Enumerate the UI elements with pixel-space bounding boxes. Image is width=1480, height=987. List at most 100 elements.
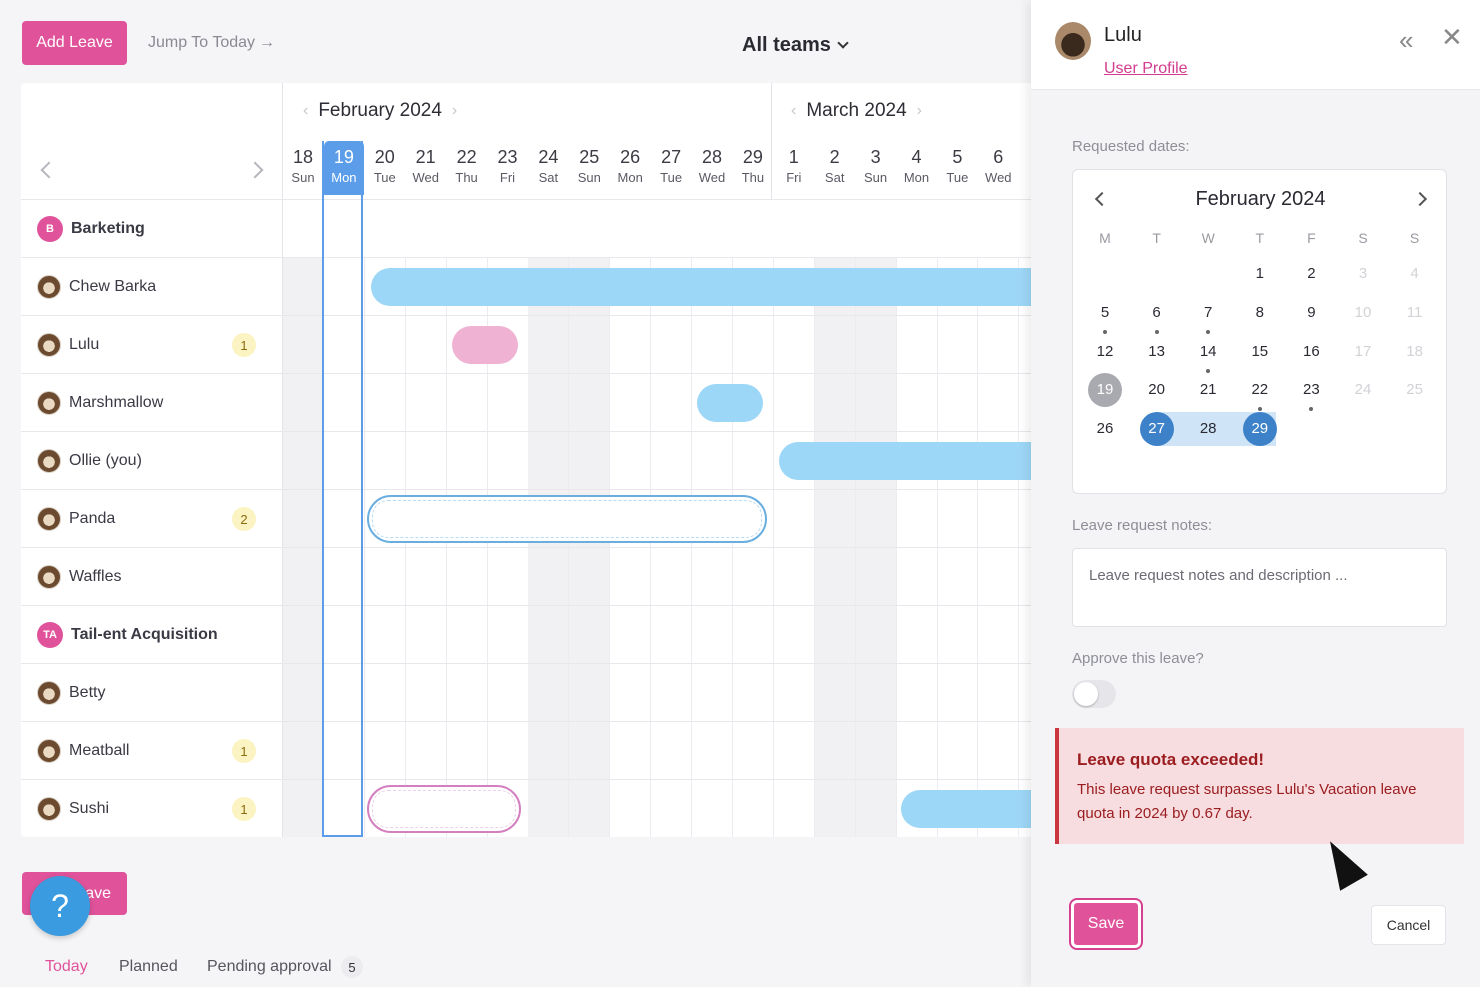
day-header: 18 Sun <box>283 147 323 185</box>
team-badge-icon: B <box>37 216 63 242</box>
row-name: Tail-ent Acquisition <box>71 626 218 643</box>
calendar-day[interactable]: 17 <box>1346 335 1380 369</box>
row-label[interactable]: B Barketing <box>37 200 145 258</box>
day-number: 20 <box>374 147 395 167</box>
calendar-day[interactable]: 10 <box>1346 296 1380 330</box>
chevron-right-icon[interactable] <box>246 161 264 179</box>
tab-planned[interactable]: Planned <box>119 958 178 976</box>
row-name: Lulu <box>69 336 100 353</box>
chevron-down-icon <box>837 37 849 49</box>
calendar-day[interactable]: 8 <box>1243 296 1277 330</box>
tab-pending-approval[interactable]: Pending approval <box>207 958 332 976</box>
day-weekday: Tue <box>946 170 969 185</box>
row-name: Barketing <box>71 220 145 237</box>
today-column-highlight <box>322 141 363 837</box>
row-label[interactable]: Ollie (you) <box>37 432 142 490</box>
calendar-day[interactable]: 25 <box>1398 373 1432 407</box>
calendar-day[interactable]: 19 <box>1088 373 1122 408</box>
pending-leave-bar-panda[interactable] <box>367 495 767 543</box>
user-profile-link[interactable]: User Profile <box>1104 60 1188 78</box>
day-weekday: Sat <box>538 170 559 185</box>
request-count-badge: 1 <box>232 333 256 357</box>
month-prev-icon[interactable]: ‹ <box>303 102 308 120</box>
calendar-day[interactable]: 16 <box>1294 335 1328 369</box>
leave-bar-chew-barka[interactable] <box>371 268 1033 306</box>
calendar-day[interactable]: 20 <box>1140 373 1174 407</box>
leave-bar-lulu[interactable] <box>452 326 518 364</box>
leave-bar-marshmallow[interactable] <box>697 384 763 422</box>
calendar-day[interactable]: 18 <box>1398 335 1432 369</box>
month-prev-icon[interactable]: ‹ <box>791 102 796 120</box>
alert-title: Leave quota exceeded! <box>1077 750 1265 769</box>
avatar <box>37 565 61 589</box>
weekday-header: S <box>1409 230 1420 246</box>
month-next-icon[interactable]: › <box>917 102 922 120</box>
row-label[interactable]: Marshmallow <box>37 374 163 432</box>
member-row: Marshmallow <box>21 373 1033 431</box>
calendar-day[interactable]: 6 <box>1140 296 1174 334</box>
avatar <box>1055 22 1091 60</box>
cancel-button[interactable]: Cancel <box>1371 905 1446 945</box>
team-filter-dropdown[interactable]: All teams <box>742 34 849 57</box>
calendar-day[interactable]: 1 <box>1243 257 1277 291</box>
chevron-left-icon[interactable] <box>40 161 58 179</box>
calendar-day[interactable]: 26 <box>1088 412 1122 446</box>
day-weekday: Tue <box>660 170 683 185</box>
jump-to-today-link[interactable]: Jump To Today → <box>148 34 275 52</box>
day-header: 4 Mon <box>897 147 937 185</box>
calendar-day[interactable]: 13 <box>1140 335 1174 369</box>
row-label[interactable]: Lulu <box>37 316 99 374</box>
calendar-day[interactable]: 27 <box>1139 412 1174 447</box>
pending-leave-bar-sushi[interactable] <box>367 785 521 833</box>
calendar-day[interactable]: 14 <box>1191 335 1225 373</box>
day-weekday: Wed <box>412 170 439 185</box>
calendar-day[interactable]: 24 <box>1346 373 1380 407</box>
avatar <box>37 797 61 821</box>
team-row: B Barketing <box>21 199 1033 257</box>
row-label[interactable]: Meatball <box>37 722 129 780</box>
calendar-day[interactable]: 2 <box>1294 257 1328 291</box>
requested-dates-label: Requested dates: <box>1072 138 1190 155</box>
leave-bar-ollie[interactable] <box>779 442 1033 480</box>
row-label[interactable]: Sushi <box>37 780 109 837</box>
calendar-day[interactable]: 15 <box>1243 335 1277 369</box>
day-weekday: Fri <box>786 170 802 185</box>
collapse-panel-icon[interactable]: « <box>1399 25 1413 56</box>
member-row: Betty <box>21 663 1033 721</box>
leave-bar-sushi[interactable] <box>901 790 1033 828</box>
row-label[interactable]: Betty <box>37 664 105 722</box>
calendar-day[interactable]: 7 <box>1191 296 1225 334</box>
calendar-day[interactable]: 4 <box>1398 257 1432 291</box>
calendar-day[interactable]: 12 <box>1088 335 1122 369</box>
avatar <box>37 507 61 531</box>
calendar-day[interactable]: 9 <box>1294 296 1328 330</box>
day-weekday: Sun <box>864 170 888 185</box>
day-weekday: Wed <box>698 170 726 185</box>
calendar-day[interactable]: 5 <box>1088 296 1122 334</box>
row-label[interactable]: Panda <box>37 490 115 548</box>
day-number: 1 <box>788 147 799 167</box>
request-count-badge: 1 <box>232 797 256 821</box>
month-next-icon[interactable]: › <box>452 102 457 120</box>
calendar-day[interactable]: 29 <box>1242 412 1277 447</box>
approve-toggle[interactable] <box>1072 680 1116 708</box>
row-label[interactable]: Waffles <box>37 548 121 606</box>
calendar-day[interactable]: 11 <box>1398 296 1432 330</box>
arrow-right-icon: → <box>259 34 276 51</box>
alert-message: This leave request surpasses Lulu's Vaca… <box>1077 781 1417 822</box>
tab-today[interactable]: Today <box>45 958 88 976</box>
row-label[interactable]: TA Tail-ent Acquisition <box>37 606 218 664</box>
member-row: Sushi 1 <box>21 779 1033 837</box>
row-name: Ollie (you) <box>69 452 142 469</box>
add-leave-button[interactable]: Add Leave <box>22 21 127 65</box>
calendar-day[interactable]: 3 <box>1346 257 1380 291</box>
save-button[interactable]: Save <box>1069 898 1143 950</box>
team-badge-icon: TA <box>37 622 63 648</box>
row-label[interactable]: Chew Barka <box>37 258 156 316</box>
calendar-day[interactable]: 23 <box>1294 373 1328 412</box>
calendar-day[interactable]: 21 <box>1191 373 1225 407</box>
calendar-day[interactable]: 22 <box>1243 373 1277 412</box>
close-icon[interactable]: ✕ <box>1441 22 1463 53</box>
notes-textarea[interactable]: Leave request notes and description ... <box>1072 548 1447 627</box>
help-button[interactable]: ? <box>30 876 90 936</box>
